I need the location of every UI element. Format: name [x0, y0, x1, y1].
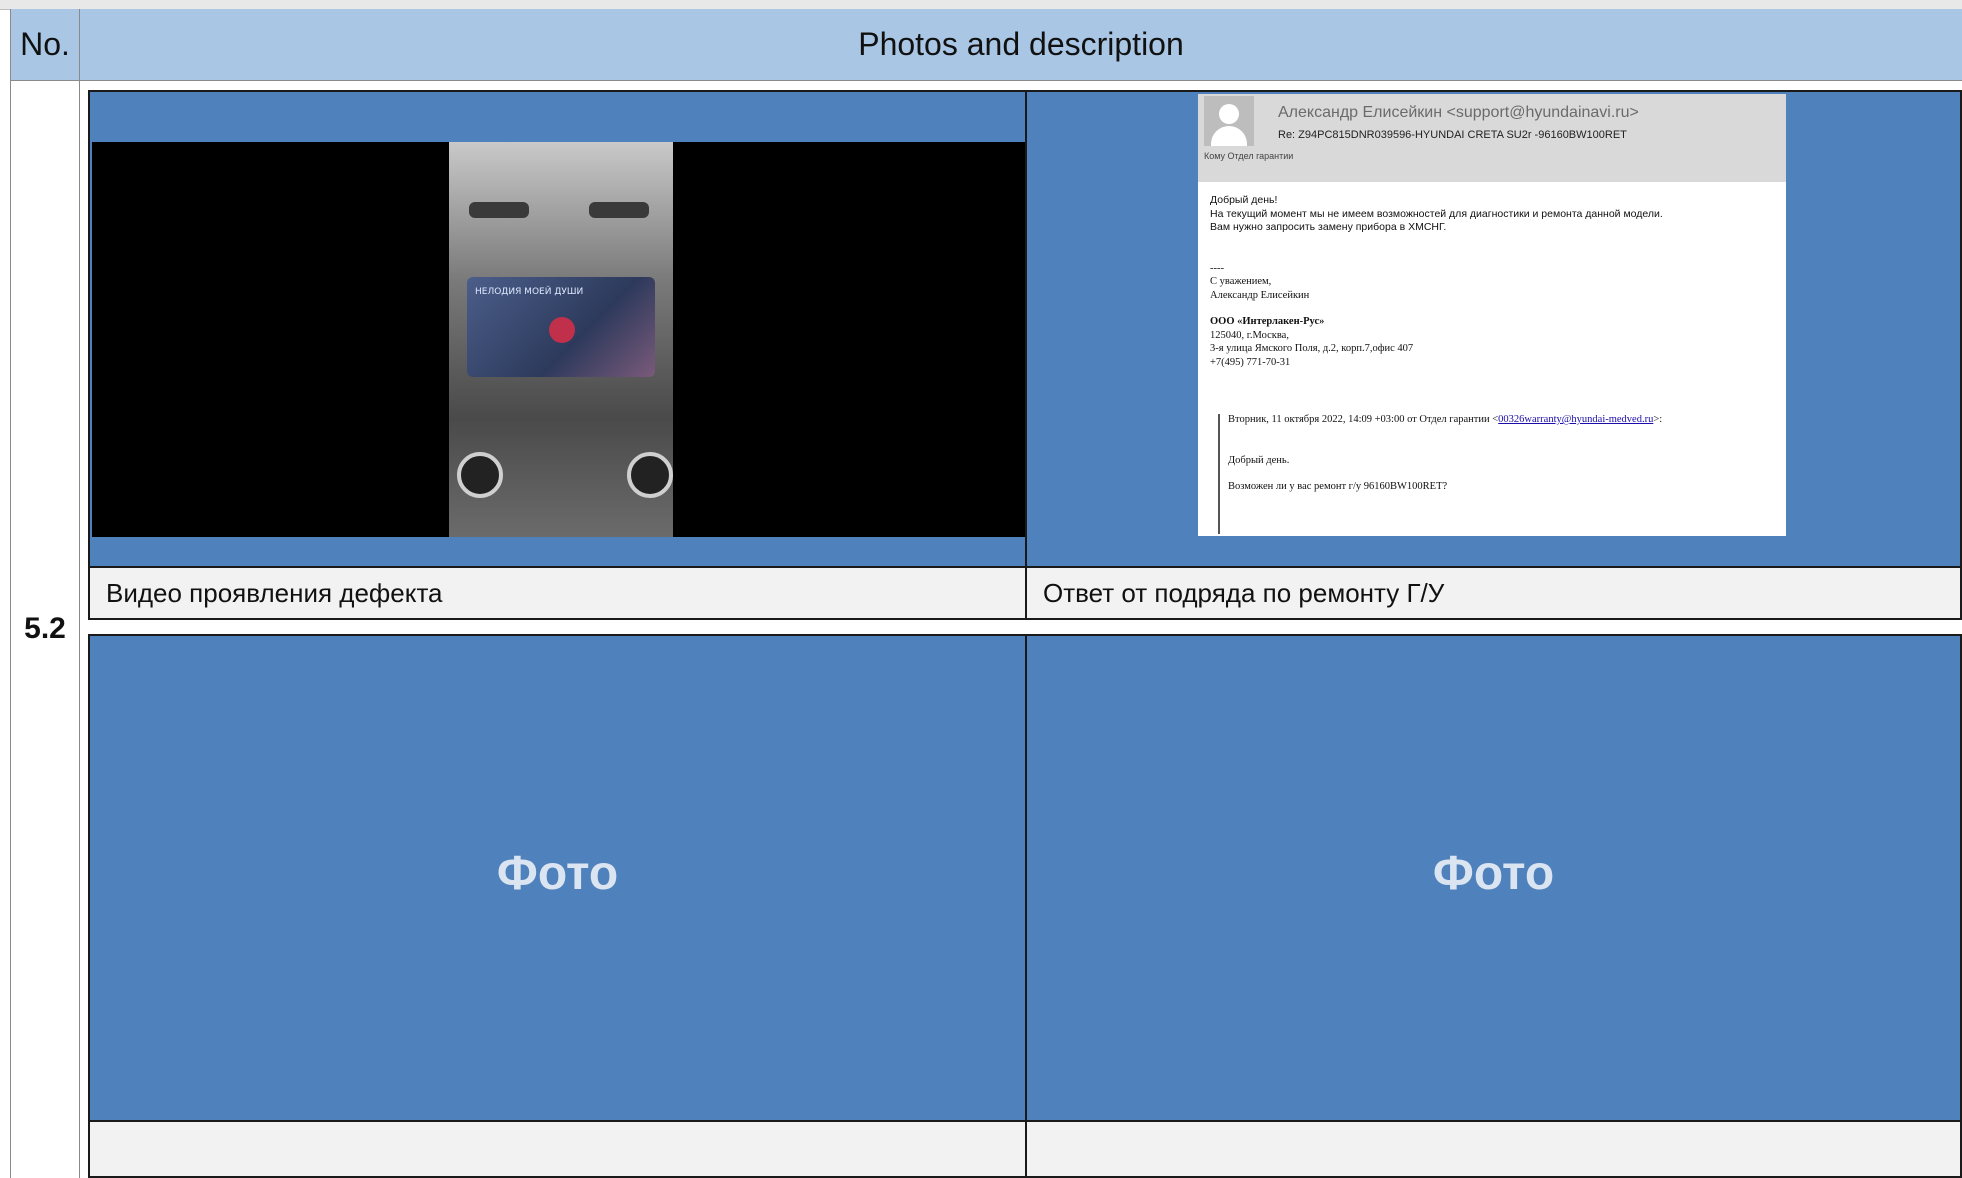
photo-placeholder-right[interactable]: Фото	[1025, 634, 1962, 1122]
caption-video: Видео проявления дефекта	[88, 566, 1027, 620]
climate-knob	[457, 452, 503, 498]
video-cell[interactable]: НЕЛОДИЯ МОЕЙ ДУШИ	[88, 90, 1027, 568]
video-thumbnail: НЕЛОДИЯ МОЕЙ ДУШИ	[449, 142, 673, 537]
air-vent	[589, 202, 649, 218]
email-address: 3-я улица Ямского Поля, д.2, корп.7,офис…	[1210, 343, 1414, 354]
video-frame[interactable]: НЕЛОДИЯ МОЕЙ ДУШИ	[92, 142, 1027, 537]
email-greeting: Добрый день!	[1210, 194, 1278, 206]
row-number: 5.2	[24, 612, 66, 645]
email-line: На текущий момент мы не имеем возможност…	[1210, 207, 1663, 220]
avatar-icon	[1204, 96, 1254, 146]
quote-email-link[interactable]: 00326warranty@hyundai-medved.ru	[1498, 414, 1653, 425]
climate-knob	[627, 452, 673, 498]
email-cell[interactable]: Александр Елисейкин <support@hyundainavi…	[1025, 90, 1962, 568]
photo-placeholder-label: Фото	[496, 847, 619, 900]
photo-placeholder-label: Фото	[1432, 847, 1555, 900]
caption-empty-left	[88, 1120, 1027, 1178]
email-recipient: Кому Отдел гарантии	[1204, 151, 1294, 161]
email-line: Вам нужно запросить замену прибора в ХМС…	[1210, 221, 1447, 233]
email-sender: Александр Елисейкин <support@hyundainavi…	[1278, 104, 1639, 121]
screen-text: НЕЛОДИЯ МОЕЙ ДУШИ	[475, 287, 584, 297]
quote-header-tail: >:	[1653, 414, 1663, 425]
caption-empty-right	[1025, 1120, 1962, 1178]
photo-placeholder-left[interactable]: Фото	[88, 634, 1027, 1122]
quote-greeting: Добрый день.	[1228, 455, 1290, 466]
email-header: Александр Елисейкин <support@hyundainavi…	[1198, 94, 1786, 182]
email-screenshot: Александр Елисейкин <support@hyundainavi…	[1198, 94, 1786, 536]
email-company: ООО «Интерлакен-Рус»	[1210, 316, 1325, 327]
email-body: Добрый день! На текущий момент мы не име…	[1210, 194, 1663, 369]
email-dashes: ----	[1210, 262, 1224, 274]
email-phone: +7(495) 771-70-31	[1210, 356, 1291, 368]
air-vent	[469, 202, 529, 218]
record-dot	[549, 317, 575, 343]
column-header-no: No.	[10, 9, 80, 81]
quote-header: Вторник, 11 октября 2022, 14:09 +03:00 о…	[1228, 414, 1499, 425]
email-address: 125040, г.Москва,	[1210, 329, 1289, 341]
quote-question: Возможен ли у вас ремонт г/у 96160BW100R…	[1228, 481, 1448, 492]
email-regards: С уважением,	[1210, 276, 1272, 287]
head-unit-screen: НЕЛОДИЯ МОЕЙ ДУШИ	[467, 277, 655, 377]
column-header-title: Photos and description	[80, 9, 1962, 81]
email-quote: Вторник, 11 октября 2022, 14:09 +03:00 о…	[1218, 414, 1662, 534]
email-subject: Re: Z94PC815DNR039596-HYUNDAI CRETA SU2r…	[1278, 129, 1627, 141]
caption-email: Ответ от подряда по ремонту Г/У	[1025, 566, 1962, 620]
email-signature-name: Александр Елисейкин	[1210, 289, 1310, 301]
